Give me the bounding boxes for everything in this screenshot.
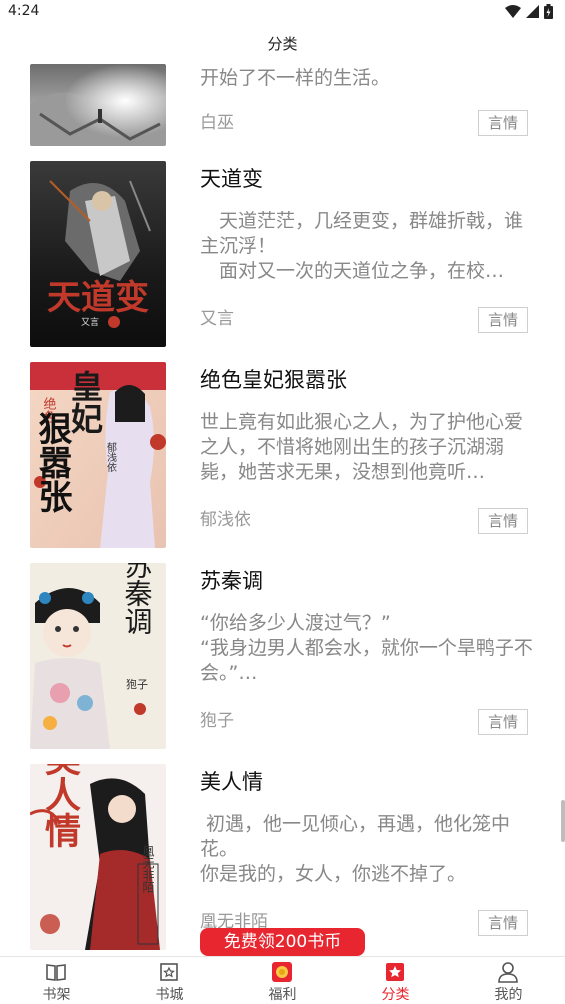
book-description: 初遇，他一见倾心，再遇，他化笼中花。 你是我的，女人，你逃不掉了。 bbox=[200, 813, 511, 885]
top-header: 分类 bbox=[0, 24, 565, 60]
book-tag[interactable]: 言情 bbox=[478, 110, 528, 136]
book-description: “你给多少人渡过气？” “我身边男人都会水，就你一个旱鸭子不会。”… bbox=[200, 612, 533, 684]
cover-title-text: 美人情 bbox=[39, 764, 81, 848]
tab-bookshelf[interactable]: 书架 bbox=[0, 957, 113, 1004]
signal-icon bbox=[526, 4, 539, 18]
book-tag[interactable]: 言情 bbox=[478, 910, 528, 936]
book-author: 郁浅依 bbox=[200, 510, 251, 530]
scrollbar-thumb[interactable] bbox=[561, 800, 565, 842]
book-title[interactable]: 美人情 bbox=[200, 766, 263, 796]
book-tag[interactable]: 言情 bbox=[478, 508, 528, 534]
book-author: 狍子 bbox=[200, 711, 234, 731]
tab-label: 福利 bbox=[268, 987, 297, 1003]
book-description: 天道茫茫，几经更变，群雄折戟，谁主沉浮！ 面对又一次的天道位之争，在校… bbox=[200, 210, 524, 282]
page-title: 分类 bbox=[267, 35, 298, 53]
battery-icon bbox=[544, 4, 553, 19]
tab-bookstore[interactable]: 书城 bbox=[113, 957, 226, 1004]
status-time: 4:24 bbox=[8, 3, 40, 19]
cover-author-text: 又言 bbox=[81, 316, 99, 328]
status-icons bbox=[505, 4, 553, 19]
book-item[interactable]: 皇妃 绝色 狠嚣张 郁浅依 绝色皇妃狠嚣张 世上竟有如此狠心之人，为了护他心爱之… bbox=[0, 362, 565, 552]
book-title[interactable]: 绝色皇妃狠嚣张 bbox=[200, 364, 347, 394]
book-author: 又言 bbox=[200, 309, 234, 329]
book-item[interactable]: 苏秦调 狍子 苏秦调 “你给多少人渡过气？” “我身边男人都会水，就你一个旱鸭子… bbox=[0, 563, 565, 753]
book-title[interactable]: 天道变 bbox=[200, 163, 263, 193]
book-cover[interactable]: 天道变 又言 bbox=[30, 161, 166, 347]
book-title[interactable]: 苏秦调 bbox=[200, 565, 263, 595]
book-description: 开始了不一样的生活。 bbox=[200, 67, 391, 89]
book-cover[interactable] bbox=[30, 64, 166, 146]
tab-label: 书架 bbox=[42, 987, 71, 1003]
tab-label: 分类 bbox=[381, 987, 410, 1003]
store-icon bbox=[160, 963, 178, 981]
book-item[interactable]: 美人情 凰无非陌 美人情 初遇，他一见倾心，再遇，他化笼中花。 你是我的，女人，… bbox=[0, 764, 565, 954]
cover-title-text: 苏秦调 bbox=[121, 563, 154, 635]
cover-main-text: 狠嚣张 bbox=[32, 411, 72, 514]
book-cover[interactable]: 皇妃 绝色 狠嚣张 郁浅依 bbox=[30, 362, 166, 548]
book-item[interactable]: 天道变 又言 天道变 天道茫茫，几经更变，群雄折戟，谁主沉浮！ 面对又一次的天道… bbox=[0, 161, 565, 351]
tab-label: 我的 bbox=[494, 987, 523, 1003]
promo-button[interactable]: 免费领200书币 bbox=[200, 928, 365, 956]
bottom-tab-bar: 书架 书城 福利 分类 我的 bbox=[0, 956, 565, 1004]
tab-label: 书城 bbox=[155, 987, 184, 1003]
book-open-icon bbox=[46, 964, 66, 981]
cover-title-text: 天道变 bbox=[47, 278, 149, 318]
gift-icon bbox=[272, 962, 292, 982]
book-cover[interactable]: 苏秦调 狍子 bbox=[30, 563, 166, 749]
book-description: 世上竟有如此狠心之人，为了护他心爱之人，不惜将她刚出生的孩子沉湖溺毙，她苦求无果… bbox=[200, 411, 524, 483]
tab-mine[interactable]: 我的 bbox=[452, 957, 565, 1004]
book-tag[interactable]: 言情 bbox=[478, 709, 528, 735]
book-cover[interactable]: 美人情 凰无非陌 bbox=[30, 764, 166, 950]
tab-welfare[interactable]: 福利 bbox=[226, 957, 339, 1004]
cover-author-text: 郁浅依 bbox=[105, 441, 117, 473]
book-author: 白巫 bbox=[200, 113, 234, 133]
cover-author-text: 狍子 bbox=[126, 677, 148, 691]
cover-author-text: 凰无非陌 bbox=[141, 845, 155, 893]
wifi-icon bbox=[505, 4, 521, 18]
book-tag[interactable]: 言情 bbox=[478, 307, 528, 333]
category-icon bbox=[386, 963, 404, 981]
book-list[interactable]: 开始了不一样的生活。 白巫 言情 天道变 又言 天道变 天道茫茫，几经更变，群雄… bbox=[0, 60, 565, 955]
tab-category[interactable]: 分类 bbox=[339, 957, 452, 1004]
user-icon bbox=[498, 962, 518, 983]
status-bar: 4:24 bbox=[0, 0, 565, 24]
